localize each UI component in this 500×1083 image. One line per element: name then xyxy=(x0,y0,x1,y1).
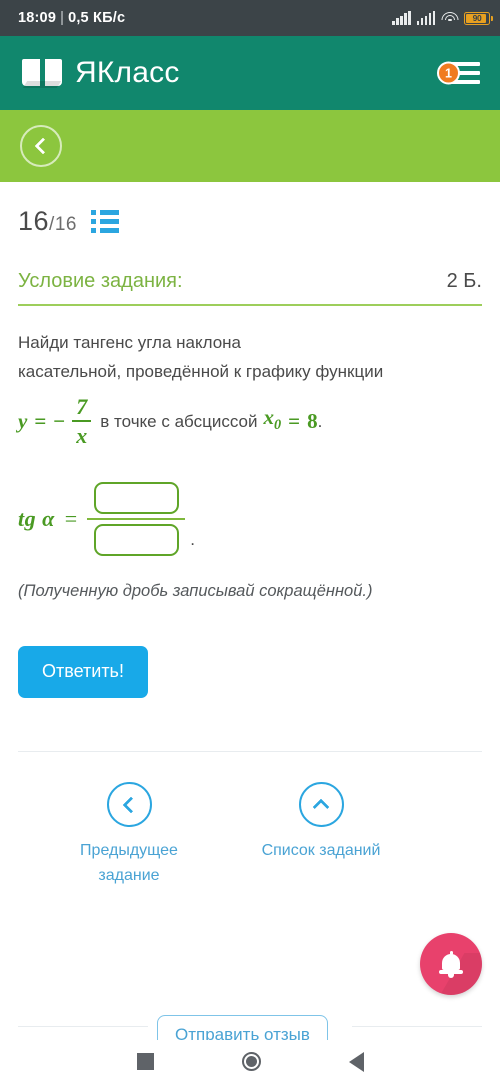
fraction-bar xyxy=(72,419,92,422)
feedback-rule-left xyxy=(18,1026,148,1027)
formula-x0: x0 xyxy=(263,405,282,434)
battery-level-text: 90 xyxy=(472,13,482,23)
back-button[interactable] xyxy=(20,125,62,167)
main-content: 16/16 Условие задания: 2 Б. Найди танген… xyxy=(0,206,500,888)
chevron-left-icon xyxy=(34,137,52,155)
progress-row: 16/16 xyxy=(18,206,482,237)
formula-mid-text: в точке с абсциссой xyxy=(100,412,258,432)
task-counter: 16/16 xyxy=(18,206,77,237)
status-bar-left: 18:09 | 0,5 КБ/с xyxy=(18,10,125,26)
question-text: Найди тангенс угла наклона касательной, … xyxy=(18,328,482,386)
answer-fraction xyxy=(87,481,186,557)
system-navigation-bar xyxy=(0,1040,500,1083)
formula-y: y xyxy=(18,409,28,434)
task-counter-total: /16 xyxy=(49,214,77,235)
answer-fraction-bar xyxy=(87,517,186,521)
task-counter-current: 16 xyxy=(18,206,50,236)
formula-fraction: 7 x xyxy=(72,393,92,448)
wifi-icon xyxy=(441,11,458,25)
open-book-icon xyxy=(22,58,62,88)
task-list-button[interactable]: Список заданий xyxy=(258,782,384,888)
previous-task-button[interactable]: Предыдущее задание xyxy=(66,782,192,888)
sub-header xyxy=(0,110,500,182)
chevron-left-circle-icon xyxy=(106,782,152,828)
battery-icon: 90 xyxy=(464,11,493,25)
formula-period: . xyxy=(317,412,323,432)
numerator-input[interactable] xyxy=(93,481,179,514)
task-navigation: Предыдущее задание Список заданий xyxy=(18,752,482,888)
denominator-input[interactable] xyxy=(93,524,179,557)
circle-home-icon[interactable] xyxy=(241,1052,261,1071)
answer-row: tg α = . xyxy=(18,481,482,557)
answer-period: . xyxy=(190,530,195,550)
notification-badge: 1 xyxy=(437,61,460,85)
question-line-1: Найди тангенс угла наклона xyxy=(18,332,242,352)
menu-button[interactable]: 1 xyxy=(437,61,480,85)
feedback-rule-right xyxy=(352,1026,482,1027)
answer-label: tg α xyxy=(18,506,55,532)
previous-task-label: Предыдущее задание xyxy=(80,842,178,885)
formula-equals-2: = xyxy=(288,409,301,434)
formula-minus: − xyxy=(53,409,66,434)
square-recents-icon[interactable] xyxy=(136,1053,154,1070)
brand-logo[interactable]: ЯКласс xyxy=(22,56,180,90)
signal-bars-icon-2 xyxy=(416,10,435,25)
status-bar-right: 90 xyxy=(392,10,493,25)
answer-equals: = xyxy=(64,506,78,532)
task-list-label: Список заданий xyxy=(261,842,381,860)
task-header: Условие задания: 2 Б. xyxy=(18,270,482,293)
bell-icon xyxy=(439,951,463,978)
question-line-2: касательной, проведённой к графику функц… xyxy=(18,361,384,381)
formula-equals: = xyxy=(34,409,47,434)
task-title: Условие задания: xyxy=(18,270,183,292)
formula-value: 8 xyxy=(307,409,318,434)
brand-name: ЯКласс xyxy=(75,56,180,89)
chevron-up-circle-icon xyxy=(298,782,344,828)
status-bar: 18:09 | 0,5 КБ/с 90 xyxy=(0,0,500,36)
task-points: 2 Б. xyxy=(446,270,482,292)
triangle-back-icon[interactable] xyxy=(348,1051,364,1072)
answer-hint: (Полученную дробь записывай сокращённой.… xyxy=(18,582,373,601)
status-separator: | xyxy=(60,10,65,26)
status-data-rate: 0,5 КБ/с xyxy=(68,10,126,26)
formula-denominator: x xyxy=(76,422,88,448)
task-list-icon[interactable] xyxy=(90,209,119,234)
task-divider xyxy=(18,304,482,306)
status-time: 18:09 xyxy=(18,10,57,26)
notifications-fab[interactable] xyxy=(420,933,482,995)
submit-answer-button[interactable]: Ответить! xyxy=(18,646,148,699)
signal-bars-icon xyxy=(392,10,411,25)
formula-line: y = − 7 x в точке с абсциссой x0 = 8 . xyxy=(18,393,482,448)
formula-numerator: 7 xyxy=(76,393,88,419)
app-header: ЯКласс 1 xyxy=(0,36,500,110)
